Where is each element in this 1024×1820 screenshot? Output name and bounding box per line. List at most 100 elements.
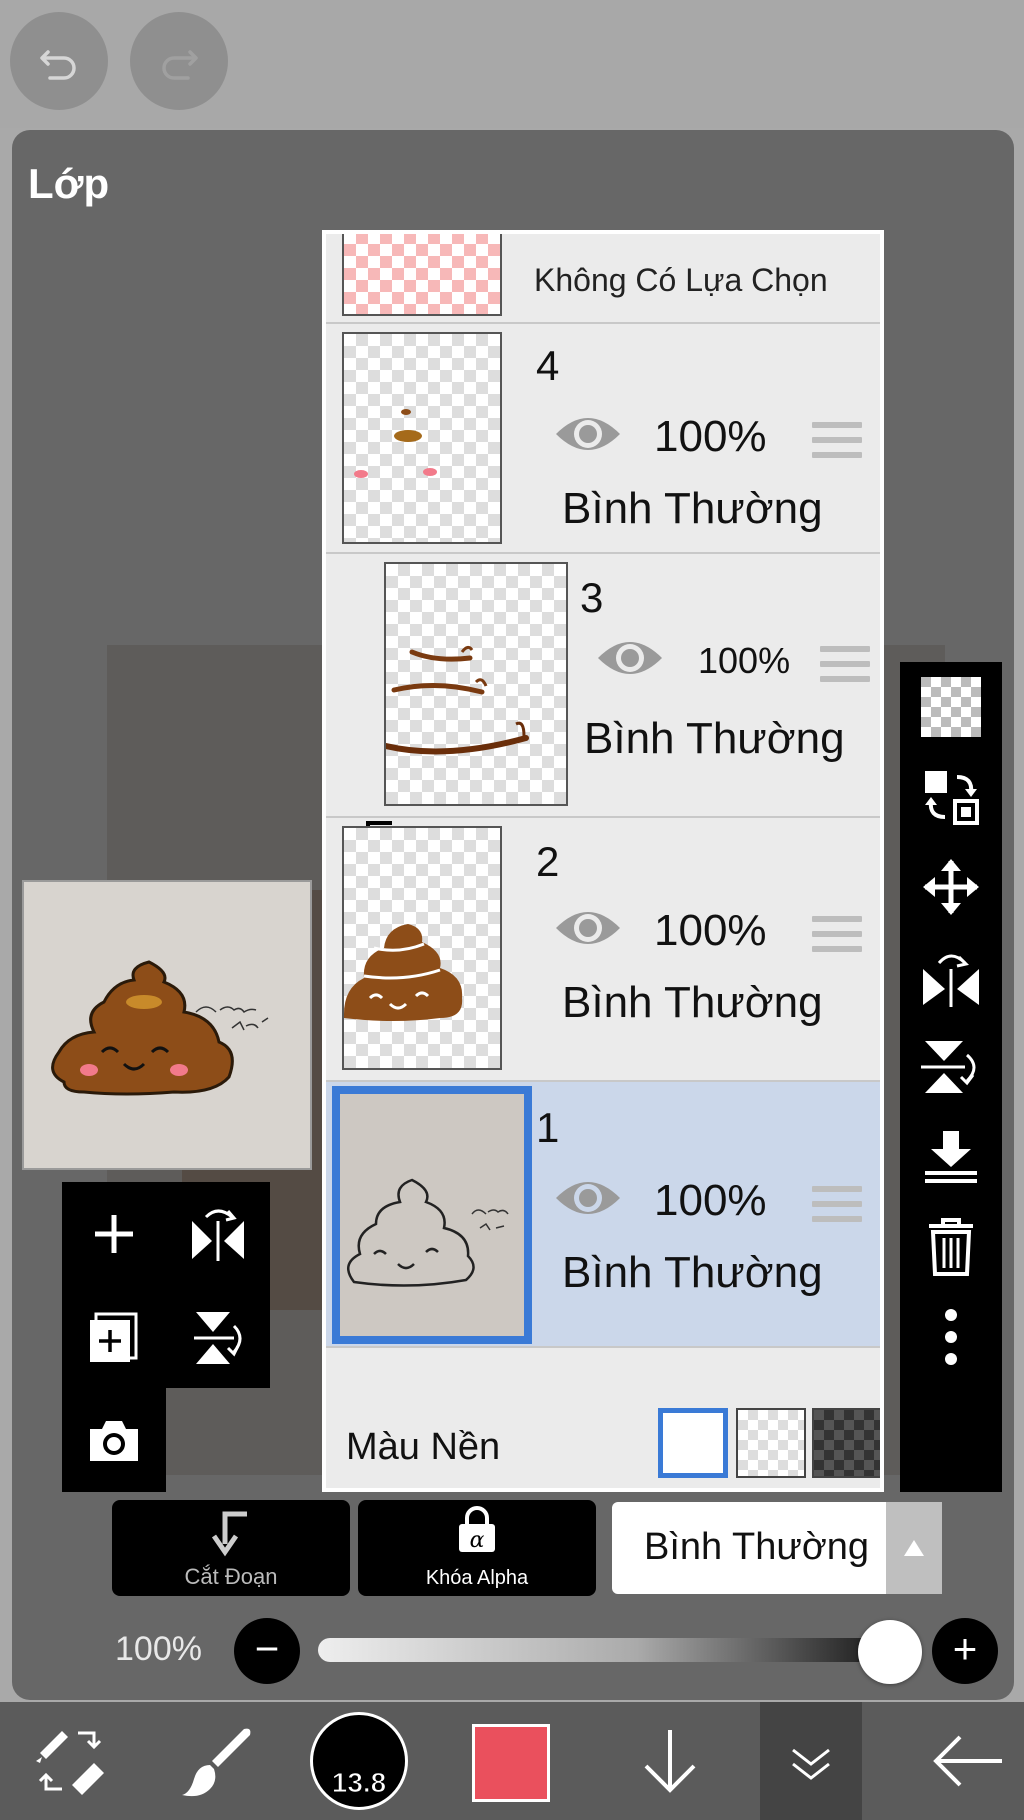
layer-opacity: 100% <box>698 640 791 681</box>
layer-opacity: 100% <box>654 1176 767 1225</box>
swap-layer-button[interactable] <box>900 752 1002 842</box>
double-chevron-down-icon <box>792 1748 830 1780</box>
opacity-label: 100% <box>115 1630 202 1668</box>
flip-horizontal-layer-button[interactable] <box>900 932 1002 1022</box>
opacity-slider-thumb[interactable] <box>858 1620 922 1684</box>
visibility-toggle[interactable] <box>594 634 666 687</box>
flip-vertical-icon <box>194 1312 242 1364</box>
checkerboard-icon <box>921 677 981 737</box>
redo-button[interactable] <box>130 12 228 110</box>
eye-icon <box>556 418 620 450</box>
layer-opacity: 100% <box>654 412 767 461</box>
background-color-label: Màu Nền <box>346 1426 501 1468</box>
flip-vertical-layer-button[interactable] <box>900 1022 1002 1112</box>
layer-panel-button[interactable] <box>760 1702 862 1820</box>
poop-drawing-image <box>51 960 269 1096</box>
layer-4-art <box>354 409 437 478</box>
duplicate-icon <box>90 1312 138 1362</box>
layer-4-thumbnail <box>342 332 502 544</box>
opacity-increase-button[interactable]: + <box>932 1618 998 1684</box>
layer-number: 1 <box>536 1104 560 1151</box>
merge-down-button[interactable] <box>900 1112 1002 1202</box>
move-button[interactable] <box>900 842 1002 932</box>
plus-icon <box>95 1215 133 1253</box>
triangle-up-icon <box>904 1540 924 1556</box>
layer-blend-mode: Bình Thường <box>562 978 823 1027</box>
flip-vertical-icon <box>921 1041 976 1093</box>
flip-horizontal-icon <box>192 1209 244 1261</box>
layer-blend-mode: Bình Thường <box>562 1248 823 1297</box>
background-color-row: Màu Nền <box>326 1394 880 1488</box>
background-white-option[interactable] <box>658 1408 728 1478</box>
lock-alpha-icon: α <box>459 1506 495 1553</box>
undo-icon <box>40 50 76 80</box>
bottom-toolbar: 13.8 <box>0 1702 1024 1820</box>
opacity-slider-row: 100% − + <box>12 1608 1014 1688</box>
flip-horizontal-button[interactable] <box>166 1182 270 1286</box>
move-arrows-icon <box>923 859 979 915</box>
visibility-toggle[interactable] <box>552 410 624 463</box>
background-transparent-option[interactable] <box>736 1408 806 1478</box>
drag-handle[interactable] <box>820 646 870 691</box>
flip-vertical-button[interactable] <box>166 1286 270 1390</box>
duplicate-layer-button[interactable] <box>62 1286 166 1390</box>
selection-layer-row[interactable]: Không Có Lựa Chọn <box>326 234 880 324</box>
opacity-decrease-button[interactable]: − <box>234 1618 300 1684</box>
more-vertical-icon <box>945 1309 957 1365</box>
visibility-toggle[interactable] <box>552 1174 624 1227</box>
brush-size-button[interactable]: 13.8 <box>310 1712 408 1810</box>
drag-handle[interactable] <box>812 1186 862 1231</box>
layer-row-1[interactable]: 1 100% Bình Thường <box>326 1082 880 1348</box>
visibility-toggle[interactable] <box>552 904 624 957</box>
delete-layer-button[interactable] <box>900 1202 1002 1292</box>
layer-opacity: 100% <box>654 906 767 955</box>
blend-mode-dropdown-arrow[interactable] <box>886 1502 942 1594</box>
undo-button[interactable] <box>10 12 108 110</box>
selection-thumbnail <box>342 234 502 316</box>
clipping-arrow-icon <box>211 1511 247 1557</box>
alpha-lock-button[interactable]: α Khóa Alpha <box>358 1500 596 1596</box>
brush-eraser-swap-icon <box>36 1731 104 1795</box>
flip-horizontal-icon <box>923 954 979 1007</box>
layer-3-thumbnail <box>384 562 568 806</box>
move-down-button[interactable] <box>620 1702 720 1820</box>
camera-import-button[interactable] <box>62 1388 166 1492</box>
layer-1-thumbnail <box>332 1086 532 1344</box>
arrow-left-icon <box>933 1735 1002 1787</box>
transparency-button[interactable] <box>900 662 1002 752</box>
layer-list[interactable]: Không Có Lựa Chọn 4 100% Bình Thường 3 1… <box>322 230 884 1492</box>
layer-2-art <box>344 924 463 1021</box>
camera-icon <box>90 1421 138 1461</box>
layer-blend-mode: Bình Thường <box>584 714 845 763</box>
tool-switch-button[interactable] <box>20 1702 120 1820</box>
clipping-button[interactable]: Cắt Đoạn <box>112 1500 350 1596</box>
layer-row-3[interactable]: 3 100% Bình Thường <box>326 554 880 818</box>
add-layer-button[interactable] <box>62 1182 166 1286</box>
layer-3-art <box>386 645 529 755</box>
svg-text:α: α <box>470 1528 485 1553</box>
layer-number: 4 <box>536 342 560 389</box>
background-dark-checker-option[interactable] <box>812 1408 880 1478</box>
back-button[interactable] <box>918 1702 1018 1820</box>
blend-mode-select[interactable]: Bình Thường <box>612 1502 942 1594</box>
layer-1-art <box>347 1178 509 1287</box>
blend-mode-value: Bình Thường <box>644 1526 870 1568</box>
top-bar <box>0 0 1024 128</box>
layer-panel: Lớp Không Có Lựa Chọn 4 100% Bình Thường… <box>12 130 1014 1700</box>
merge-down-icon <box>925 1131 977 1183</box>
drag-handle[interactable] <box>812 916 862 961</box>
layer-number: 2 <box>536 838 560 885</box>
eye-icon <box>598 642 662 674</box>
layer-row-2[interactable]: 2 100% Bình Thường <box>326 818 880 1082</box>
no-selection-label: Không Có Lựa Chọn <box>534 262 828 298</box>
layer-blend-mode: Bình Thường <box>562 484 823 533</box>
opacity-slider[interactable] <box>318 1638 898 1662</box>
brush-size-value: 13.8 <box>331 1767 387 1799</box>
more-options-button[interactable] <box>900 1292 1002 1382</box>
swap-icon <box>925 771 979 825</box>
canvas-preview[interactable] <box>22 880 312 1170</box>
color-picker-button[interactable] <box>472 1724 550 1802</box>
drag-handle[interactable] <box>812 422 862 467</box>
brush-tool-button[interactable] <box>166 1702 266 1820</box>
layer-row-4[interactable]: 4 100% Bình Thường <box>326 324 880 554</box>
